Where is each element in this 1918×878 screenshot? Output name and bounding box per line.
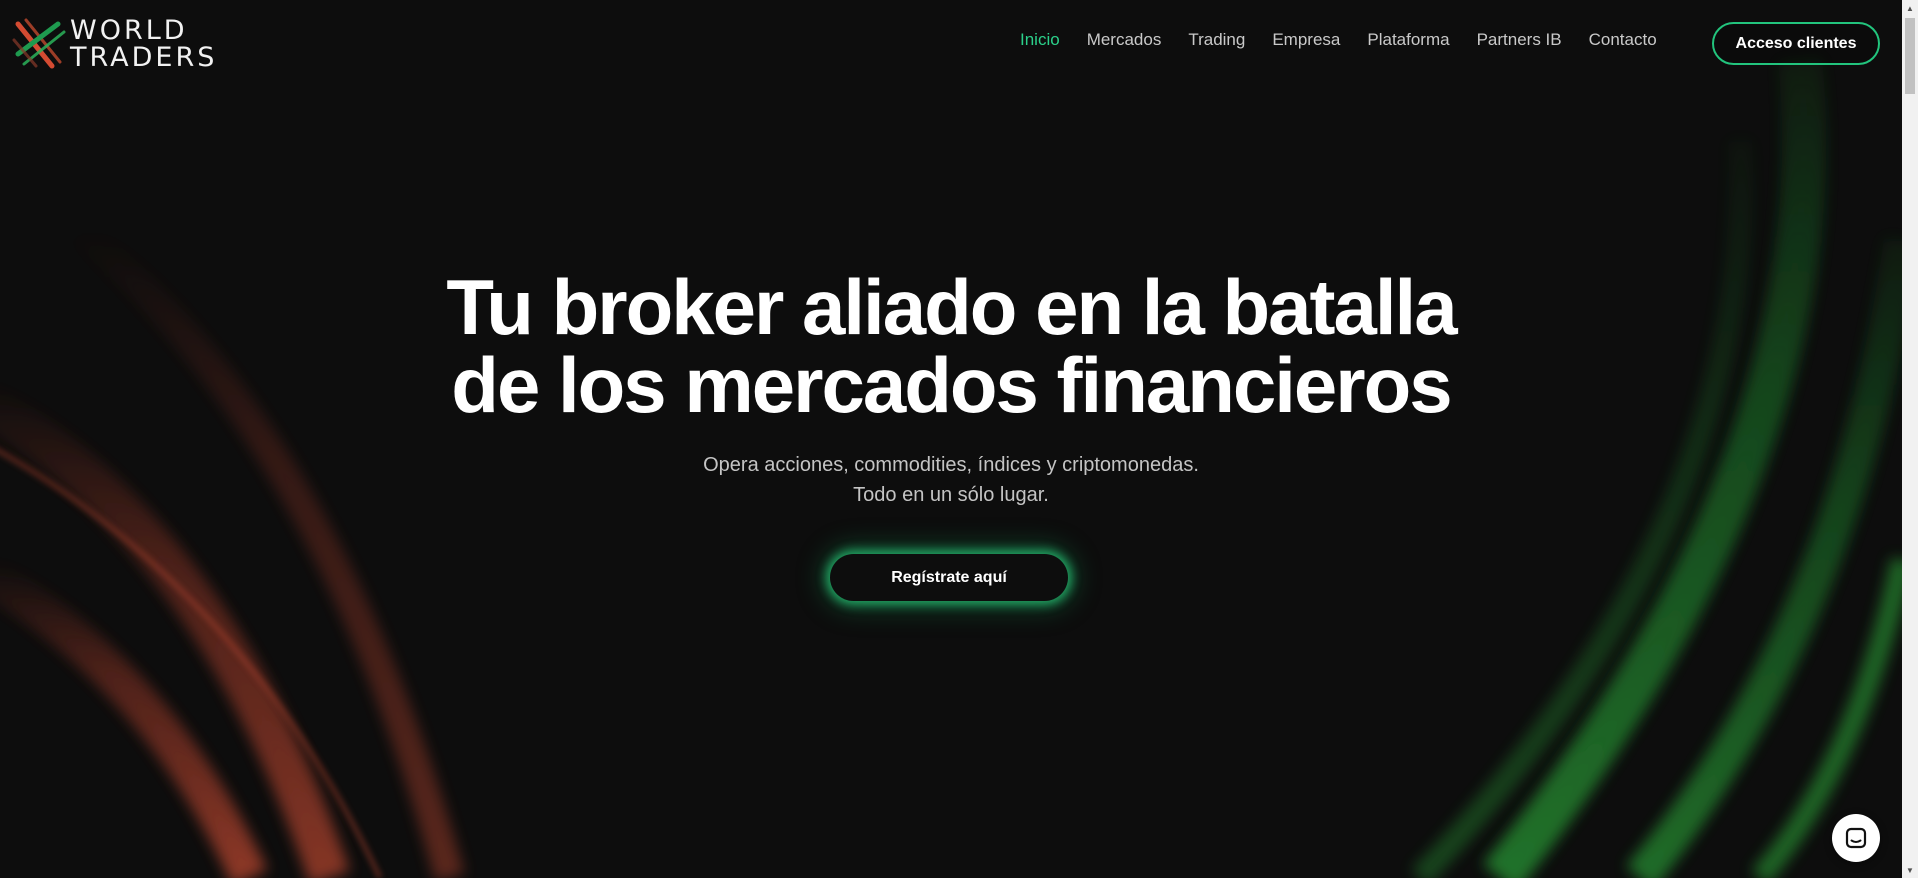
hero-title-line-2: de los mercados financieros — [451, 341, 1452, 429]
nav-item-mercados[interactable]: Mercados — [1087, 30, 1162, 50]
hero-subtitle: Opera acciones, commodities, índices y c… — [0, 450, 1902, 510]
hero-subtitle-line-2: Todo en un sólo lugar. — [853, 484, 1049, 506]
scroll-down-arrow-icon[interactable]: ▼ — [1902, 862, 1918, 878]
brand-line-2: TRADERS — [70, 42, 218, 73]
nav-item-plataforma[interactable]: Plataforma — [1367, 30, 1449, 50]
scroll-up-arrow-icon[interactable]: ▲ — [1902, 0, 1918, 16]
brand-logo[interactable]: WORLD TRADERS — [12, 14, 252, 74]
brand-line-1: WORLD — [70, 15, 188, 46]
client-access-button[interactable]: Acceso clientes — [1712, 22, 1880, 65]
chat-launcher-button[interactable] — [1832, 814, 1880, 862]
site-header: WORLD TRADERS Inicio Mercados Trading Em… — [0, 0, 1902, 88]
hero-title: Tu broker aliado en la batalla de los me… — [0, 268, 1902, 424]
nav-item-contacto[interactable]: Contacto — [1589, 30, 1657, 50]
register-button[interactable]: Regístrate aquí — [830, 554, 1068, 601]
nav-item-trading[interactable]: Trading — [1188, 30, 1245, 50]
chat-icon — [1845, 827, 1867, 849]
hero-subtitle-line-1: Opera acciones, commodities, índices y c… — [703, 454, 1199, 476]
world-traders-logo-icon — [12, 18, 66, 69]
nav-item-inicio[interactable]: Inicio — [1020, 30, 1060, 50]
page: WORLD TRADERS Inicio Mercados Trading Em… — [0, 0, 1918, 878]
scrollbar-thumb[interactable] — [1905, 18, 1915, 94]
hero-section: Tu broker aliado en la batalla de los me… — [0, 0, 1902, 878]
page-scrollbar[interactable]: ▲ ▼ — [1902, 0, 1918, 878]
main-nav: Inicio Mercados Trading Empresa Platafor… — [1020, 30, 1684, 50]
nav-item-partners-ib[interactable]: Partners IB — [1477, 30, 1562, 50]
nav-item-empresa[interactable]: Empresa — [1272, 30, 1340, 50]
hero-title-line-1: Tu broker aliado en la batalla — [446, 263, 1457, 351]
brand-wordmark: WORLD TRADERS — [70, 17, 217, 71]
